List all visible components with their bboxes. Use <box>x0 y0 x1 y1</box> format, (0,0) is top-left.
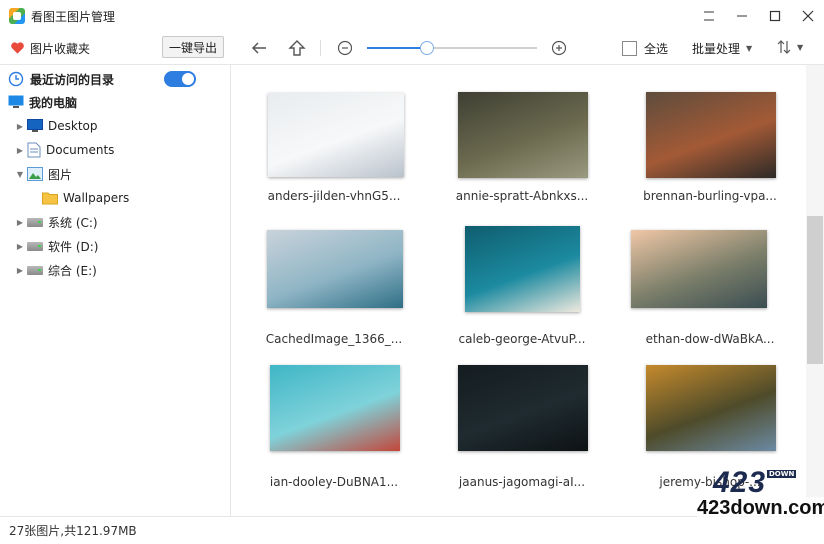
thumbnail-item[interactable]: brennan-burling-vpa... <box>620 75 800 215</box>
thumbnail-image[interactable] <box>646 365 776 451</box>
drive-icon <box>27 241 43 251</box>
watermark-tag: DOWN <box>767 470 797 478</box>
batch-process-label: 批量处理 <box>692 42 741 56</box>
tree-item[interactable]: Wallpapers <box>0 187 230 209</box>
scrollbar-thumb[interactable] <box>807 216 823 364</box>
maximize-icon[interactable] <box>758 0 791 32</box>
thumbnail-filename: annie-spratt-Abnkxs... <box>455 189 589 203</box>
tree-item[interactable]: ▶ 系统 (C:) <box>0 211 230 233</box>
thumbnail-image[interactable] <box>270 365 400 451</box>
close-icon[interactable] <box>791 0 824 32</box>
favorites-label: 图片收藏夹 <box>30 41 91 56</box>
tree-item-label: Wallpapers <box>63 191 130 205</box>
thumbnail-image[interactable] <box>268 93 404 177</box>
thumbnail-filename: ian-dooley-DuBNA1... <box>269 475 399 489</box>
select-all-label: 全选 <box>644 42 669 56</box>
recent-dirs-label: 最近访问的目录 <box>30 72 115 87</box>
chevron-right-icon[interactable]: ▶ <box>15 218 25 227</box>
tree-item[interactable]: ▶ Documents <box>0 139 230 161</box>
favorites-button[interactable]: 图片收藏夹 <box>10 40 90 57</box>
sidebar: 最近访问的目录 我的电脑 ▶ Desktop ▶ Documents ▼ 图片 Wallpap… <box>0 65 231 516</box>
zoom-slider[interactable] <box>367 41 537 55</box>
export-button[interactable]: 一键导出 <box>162 36 224 58</box>
folder-icon <box>42 191 58 205</box>
document-icon <box>27 142 41 158</box>
thumbnail-item[interactable]: ethan-dow-dWaBkA... <box>620 218 800 358</box>
tree-item-label: Documents <box>46 143 115 157</box>
toolbar-divider <box>320 40 321 56</box>
chevron-down-icon: ▼ <box>746 44 753 53</box>
thumbnail-filename: CachedImage_1366_... <box>265 332 403 346</box>
tree-item-label: 系统 (C:) <box>48 215 98 230</box>
chevron-down-icon[interactable]: ▼ <box>15 170 25 179</box>
scrollbar[interactable] <box>806 65 824 516</box>
sort-dropdown[interactable]: ▼ <box>777 40 803 54</box>
thumbnail-image[interactable] <box>465 226 580 312</box>
tree-item-label: 综合 (E:) <box>48 263 97 278</box>
batch-process-dropdown[interactable]: 批量处理 ▼ <box>692 40 752 57</box>
app-title: 看图王图片管理 <box>31 9 116 24</box>
chevron-right-icon[interactable]: ▶ <box>15 146 25 155</box>
thumbnail-item[interactable]: annie-spratt-Abnkxs... <box>432 75 612 215</box>
zoom-slider-handle[interactable] <box>419 41 434 55</box>
zoom-slider-fill <box>367 47 427 49</box>
desktop-icon <box>27 119 43 133</box>
chevron-right-icon[interactable]: ▶ <box>15 242 25 251</box>
thumbnail-image[interactable] <box>458 365 588 451</box>
thumbnail-item[interactable]: CachedImage_1366_... <box>244 218 424 358</box>
sort-icon <box>777 40 791 54</box>
watermark-logo: 423 DOWN 423down.com <box>697 466 824 526</box>
watermark-number: 423 <box>713 466 767 499</box>
pictures-icon <box>27 167 43 181</box>
heart-icon <box>11 42 24 54</box>
arrow-up-icon[interactable] <box>286 37 308 59</box>
thumbnail-grid: anders-jilden-vhnG5... annie-spratt-Abnkx… <box>232 65 806 516</box>
tree-item-label: Desktop <box>48 119 98 133</box>
thumbnail-item[interactable]: anders-jilden-vhnG5... <box>244 75 424 215</box>
thumbnail-filename: ethan-dow-dWaBkA... <box>645 332 775 346</box>
clock-icon <box>8 71 24 87</box>
thumbnail-filename: brennan-burling-vpa... <box>643 189 777 203</box>
tree-item-label: 我的电脑 <box>29 95 78 110</box>
restore-icon[interactable] <box>692 0 725 32</box>
thumbnail-item[interactable]: jaanus-jagomagi-aI... <box>432 361 612 501</box>
arrow-left-icon[interactable] <box>248 37 270 59</box>
thumbnail-filename: jaanus-jagomagi-aI... <box>458 475 586 489</box>
thumbnail-image[interactable] <box>631 230 767 308</box>
thumbnail-filename: anders-jilden-vhnG5... <box>267 189 401 203</box>
tree-item[interactable]: 我的电脑 <box>0 91 230 113</box>
select-all-checkbox[interactable] <box>622 41 637 56</box>
tree-item[interactable]: ▶ 软件 (D:) <box>0 235 230 257</box>
thumbnail-filename: caleb-george-AtvuP... <box>458 332 586 346</box>
tree-item[interactable]: ▶ 综合 (E:) <box>0 259 230 281</box>
thumbnail-item[interactable]: ian-dooley-DuBNA1... <box>244 361 424 501</box>
minimize-icon[interactable] <box>725 0 758 32</box>
thumbnail-item[interactable]: caleb-george-AtvuP... <box>432 218 612 358</box>
title-bar: 看图王图片管理 <box>0 0 824 32</box>
drive-icon <box>27 217 43 227</box>
chevron-right-icon[interactable]: ▶ <box>15 266 25 275</box>
monitor-icon <box>8 95 24 109</box>
tree-item[interactable]: ▶ Desktop <box>0 115 230 137</box>
zoom-in-icon[interactable] <box>548 37 570 59</box>
zoom-out-icon[interactable] <box>334 37 356 59</box>
drive-icon <box>27 265 43 275</box>
select-all-control[interactable]: 全选 <box>622 40 668 57</box>
chevron-right-icon[interactable]: ▶ <box>15 122 25 131</box>
thumbnail-image[interactable] <box>267 230 403 308</box>
app-logo-icon <box>9 8 25 24</box>
tree-item-label: 图片 <box>48 167 73 182</box>
thumbnail-image[interactable] <box>458 92 588 178</box>
tree-item-label: 软件 (D:) <box>48 239 99 254</box>
thumbnail-image[interactable] <box>646 92 776 178</box>
tree-item[interactable]: ▼ 图片 <box>0 163 230 185</box>
chevron-down-icon: ▼ <box>797 42 804 52</box>
window-controls <box>692 0 824 32</box>
watermark-url: 423down.com <box>697 497 824 520</box>
status-summary: 27张图片,共121.97MB <box>9 524 137 538</box>
recent-dirs-row[interactable]: 最近访问的目录 <box>8 69 223 89</box>
recent-dirs-toggle[interactable] <box>164 71 196 87</box>
toolbar: 图片收藏夹 一键导出 全选 批量处理 ▼ ▼ <box>0 32 824 64</box>
